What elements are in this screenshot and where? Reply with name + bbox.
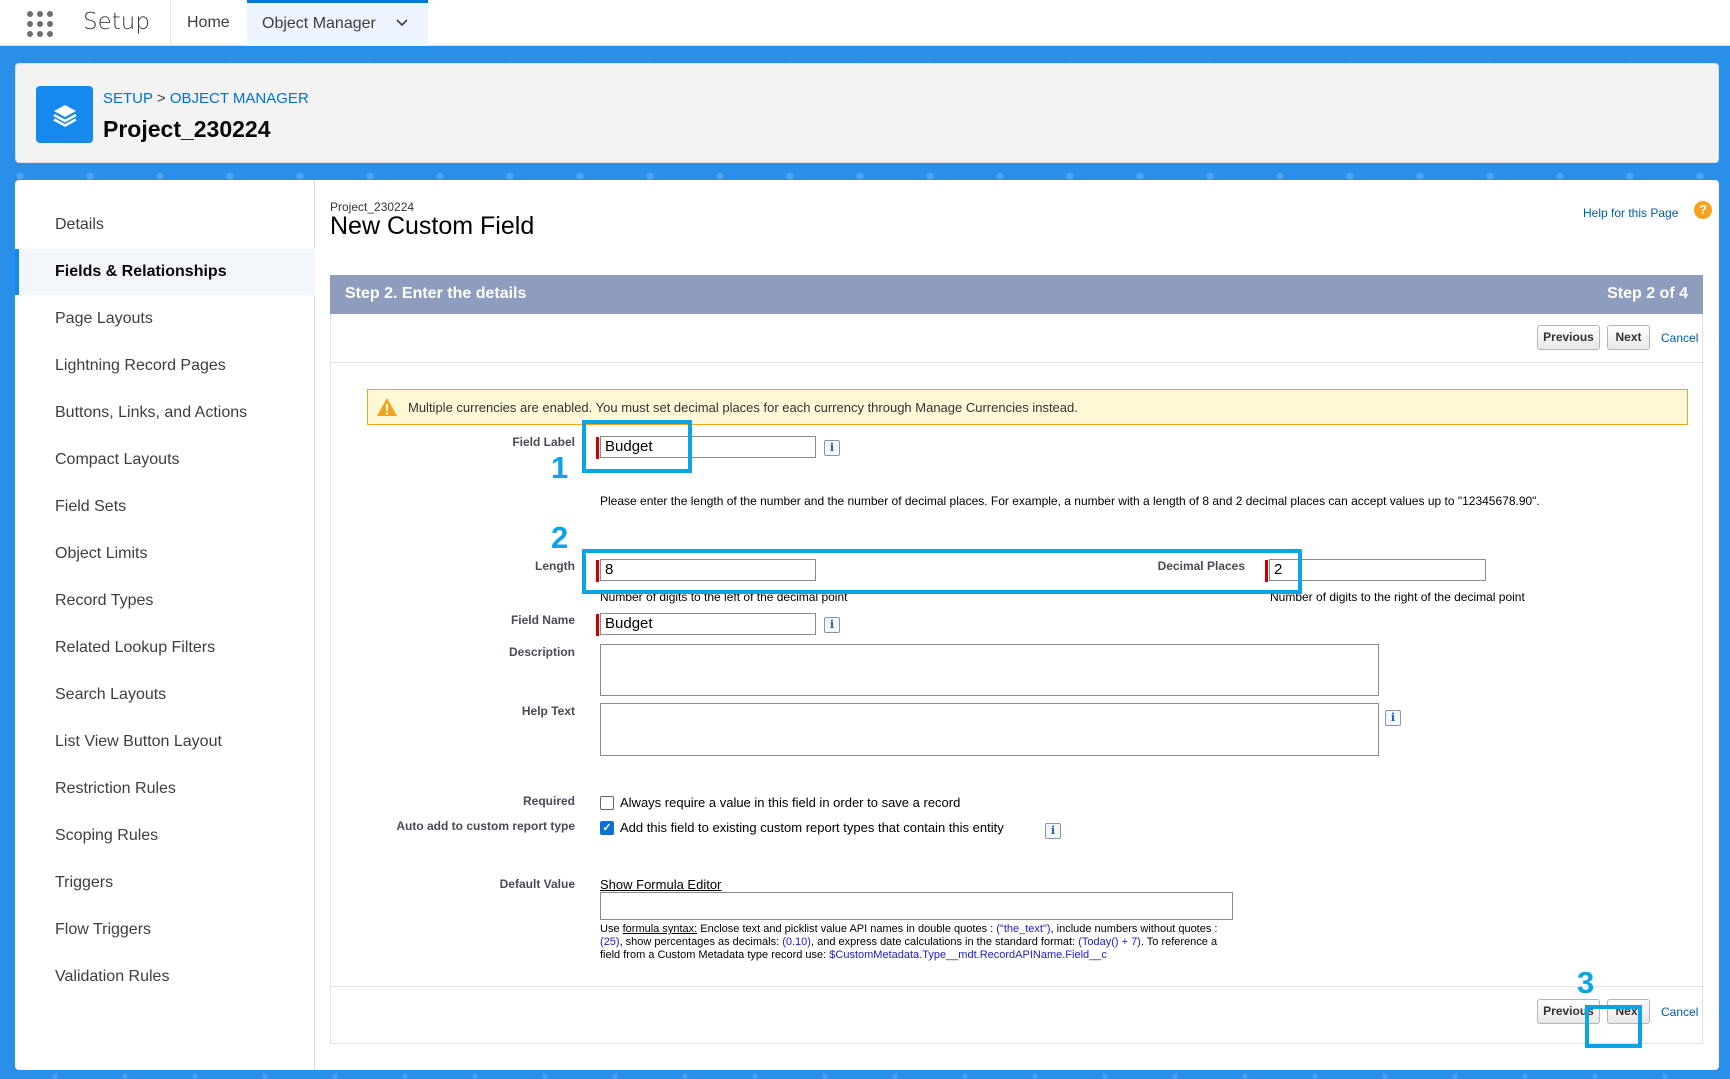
sidebar-item-record-types[interactable]: Record Types [15,578,315,624]
default-value-label: Default Value [499,877,575,891]
help-text-part: without quotes : [1140,923,1218,935]
cancel-link-top[interactable]: Cancel [1661,331,1698,345]
help-text-textarea[interactable] [600,703,1379,756]
field-label-label: Field Label [512,435,575,449]
page-title: Project_230224 [103,116,271,142]
code-sample: $CustomMetadata.Type__mdt.RecordAPIName.… [829,949,1107,961]
decimal-places-hint: Number of digits to the right of the dec… [1270,590,1525,604]
help-link[interactable]: Help for this Page [1583,206,1678,220]
sidebar-item-compact-layouts[interactable]: Compact Layouts [15,437,315,483]
warning-icon [376,397,398,420]
length-label: Length [535,559,575,573]
step-title: Step 2. Enter the details [345,285,527,302]
description-textarea[interactable] [600,644,1379,696]
previous-button-top[interactable]: Previous [1537,325,1600,350]
breadcrumb-object-manager[interactable]: OBJECT MANAGER [170,90,309,107]
object-sidebar: Details Fields & Relationships Page Layo… [15,180,315,1070]
step-header: Step 2. Enter the details Step 2 of 4 [330,275,1703,314]
help-text-label: Help Text [521,704,575,718]
highlight-box-length-decimals [582,549,1302,594]
tab-object-manager[interactable]: Object Manager [247,0,428,46]
help-text-part: , include numbers [1050,923,1138,935]
length-help-text: Please enter the length of the number an… [600,494,1540,508]
object-layers-icon [36,86,93,143]
field-name-input[interactable]: Budget [600,613,816,635]
sidebar-item-related-lookup-filters[interactable]: Related Lookup Filters [15,625,315,671]
show-formula-editor-link[interactable]: Show Formula Editor [600,877,721,892]
auto-add-label: Auto add to custom report type [396,819,575,833]
annotation-number-1: 1 [551,450,569,485]
sidebar-item-restriction-rules[interactable]: Restriction Rules [15,766,315,812]
annotation-number-3: 3 [1577,965,1595,1000]
required-checkbox[interactable] [600,796,614,810]
help-text-part: , show percentages as decimals: [619,936,780,948]
cancel-link-bottom[interactable]: Cancel [1661,1005,1698,1019]
code-sample: (25) [600,936,620,948]
highlight-box-next-button [1585,1005,1642,1048]
sidebar-item-buttons-links-actions[interactable]: Buttons, Links, and Actions [15,390,315,436]
sidebar-item-fields-relationships[interactable]: Fields & Relationships [15,249,315,295]
breadcrumb-separator: > [156,90,166,107]
breadcrumb-setup[interactable]: SETUP [103,90,153,107]
sidebar-item-lightning-record-pages[interactable]: Lightning Record Pages [15,343,315,389]
divider [331,986,1702,987]
chevron-down-icon[interactable] [394,15,410,36]
sidebar-item-page-layouts[interactable]: Page Layouts [15,296,315,342]
sidebar-item-validation-rules[interactable]: Validation Rules [15,954,315,1000]
field-name-label: Field Name [510,613,575,627]
code-sample: (0.10) [782,936,811,948]
tab-home[interactable]: Home [187,14,230,32]
tab-object-manager-label: Object Manager [262,15,376,32]
description-label: Description [508,645,575,659]
sidebar-item-triggers[interactable]: Triggers [15,860,315,906]
info-icon[interactable]: i [824,440,840,456]
sidebar-item-flow-triggers[interactable]: Flow Triggers [15,907,315,953]
form-title: New Custom Field [330,212,535,240]
app-name: Setup [83,9,150,35]
help-text-part: , and express date calculations in the s… [810,936,1076,948]
sidebar-item-list-view-button-layout[interactable]: List View Button Layout [15,719,315,765]
nav-divider [170,0,171,46]
code-sample: ("the_text") [996,923,1051,935]
breadcrumb: SETUP > OBJECT MANAGER [103,90,309,107]
required-text: Always require a value in this field in … [620,795,961,810]
sidebar-item-search-layouts[interactable]: Search Layouts [15,672,315,718]
divider [331,362,1702,363]
object-header: SETUP > OBJECT MANAGER Project_230224 [15,63,1719,163]
help-text-part: Enclose text and picklist value API name… [700,923,994,935]
sidebar-item-field-sets[interactable]: Field Sets [15,484,315,530]
show-formula-editor-label: Show Formula Editor [600,877,722,892]
next-button-top[interactable]: Next [1607,325,1650,350]
sidebar-item-scoping-rules[interactable]: Scoping Rules [15,813,315,859]
info-icon[interactable]: i [824,617,840,633]
required-label: Required [522,794,575,808]
annotation-number-2: 2 [551,520,569,555]
app-launcher-icon[interactable] [27,11,53,37]
highlight-box-field-label [582,420,692,473]
info-icon[interactable]: i [1385,710,1401,726]
global-nav: Setup Home Object Manager [0,0,1730,46]
sidebar-item-details[interactable]: Details [15,202,315,248]
warning-text: Multiple currencies are enabled. You mus… [408,400,1078,415]
multi-currency-warning: Multiple currencies are enabled. You mus… [367,389,1688,425]
help-icon[interactable]: ? [1694,201,1712,219]
info-icon[interactable]: i [1045,823,1061,839]
code-sample: (Today() + 7) [1078,936,1141,948]
default-value-textarea[interactable] [600,892,1233,920]
required-indicator [596,614,599,636]
formula-help-text: Use formula syntax: Enclose text and pic… [600,923,1240,962]
auto-add-text: Add this field to existing custom report… [620,820,1004,835]
help-text-part: Use [600,923,620,935]
sidebar-item-object-limits[interactable]: Object Limits [15,531,315,577]
step-counter: Step 2 of 4 [1607,285,1688,302]
formula-syntax-link[interactable]: formula syntax: [623,923,698,935]
auto-add-checkbox[interactable]: ✓ [600,821,614,835]
